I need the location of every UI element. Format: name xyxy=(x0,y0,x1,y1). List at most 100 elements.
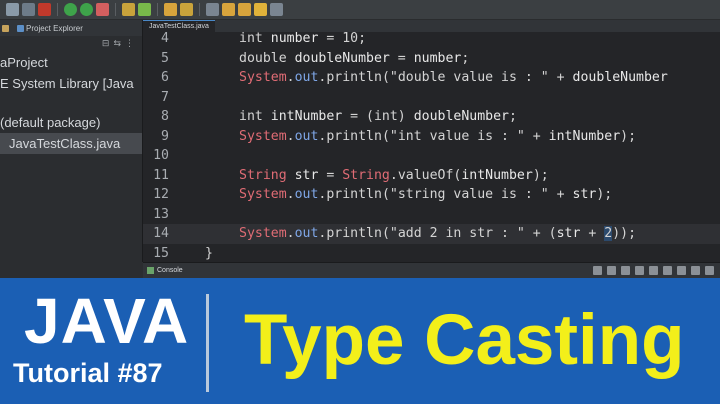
code-line[interactable]: 6 System.out.println("double value is : "… xyxy=(143,68,720,88)
remove-launch-icon[interactable] xyxy=(607,266,616,275)
package-explorer-icon xyxy=(2,24,9,32)
open-type-icon[interactable] xyxy=(164,3,177,16)
banner-divider xyxy=(206,294,209,392)
code-token: ); xyxy=(596,187,613,202)
title-banner: JAVA Tutorial #87 Type Casting xyxy=(0,278,720,404)
code-editor[interactable]: JavaTestClass.java 4 int number = 10; 5 dou… xyxy=(143,20,720,262)
code-line[interactable]: 4 int number = 10; xyxy=(143,29,720,49)
run-icon[interactable] xyxy=(64,3,77,16)
code-line[interactable]: 5 double doubleNumber = number; xyxy=(143,49,720,69)
terminate-icon[interactable] xyxy=(593,266,602,275)
toolbar-separator xyxy=(57,3,58,16)
forward-icon[interactable] xyxy=(270,3,283,16)
tree-item-default-package[interactable]: (default package) xyxy=(0,112,142,133)
code-token: intNumber xyxy=(548,128,621,144)
minimize-icon[interactable] xyxy=(691,266,700,275)
open-console-icon[interactable] xyxy=(677,266,686,275)
code-line[interactable]: 15} xyxy=(143,244,720,263)
prev-annotation-icon[interactable] xyxy=(238,3,251,16)
code-token: = (int) xyxy=(342,109,414,124)
view-menu-icon[interactable]: ⋮ xyxy=(125,39,134,49)
tree-item-jre-library[interactable]: E System Library [Java xyxy=(0,73,142,94)
tree-item-java-file[interactable]: JavaTestClass.java xyxy=(0,133,142,154)
code-token: = 10; xyxy=(318,31,367,46)
next-annotation-icon[interactable] xyxy=(222,3,235,16)
line-number: 13 xyxy=(153,206,169,222)
console-actions xyxy=(593,266,720,275)
code-line[interactable]: 7 xyxy=(143,88,720,108)
code-token: str xyxy=(572,187,597,202)
code-token: System xyxy=(239,128,287,144)
code-line[interactable]: 12 System.out.println("string value is : … xyxy=(143,185,720,205)
banner-title: JAVA xyxy=(24,285,190,357)
code-token: .println("double value is : " + xyxy=(318,70,573,85)
code-text: System.out.println("add 2 in str : " + (… xyxy=(239,224,636,244)
pin-console-icon[interactable] xyxy=(649,266,658,275)
scroll-lock-icon[interactable] xyxy=(635,266,644,275)
code-token: String xyxy=(342,167,390,183)
console-icon xyxy=(147,267,154,274)
code-text: System.out.println("int value is : " + i… xyxy=(239,127,636,147)
toolbar-separator xyxy=(157,3,158,16)
tab-console[interactable]: Console xyxy=(143,267,183,274)
code-line[interactable]: 13 xyxy=(143,205,720,225)
code-line[interactable]: 11 String str = String.valueOf(intNumber)… xyxy=(143,166,720,186)
search-icon[interactable] xyxy=(180,3,193,16)
external-tools-icon[interactable] xyxy=(80,3,93,16)
code-token: doubleNumber xyxy=(572,70,668,85)
code-token: doubleNumber xyxy=(294,50,390,66)
collapse-all-icon[interactable]: ⊟ xyxy=(102,39,110,49)
tree-item-project[interactable]: aProject xyxy=(0,52,142,73)
maximize-icon[interactable] xyxy=(705,266,714,275)
new-class-icon[interactable] xyxy=(138,3,151,16)
code-token: . xyxy=(286,226,295,241)
code-token: .println("int value is : " + xyxy=(318,128,549,144)
line-number: 8 xyxy=(161,109,169,124)
display-console-icon[interactable] xyxy=(663,266,672,275)
back-icon[interactable] xyxy=(254,3,267,16)
save-icon[interactable] xyxy=(22,3,35,16)
closing-brace: } xyxy=(205,245,213,261)
debug-icon[interactable] xyxy=(38,3,51,16)
code-line[interactable]: 8 int intNumber = (int) doubleNumber; xyxy=(143,107,720,127)
code-token: ); xyxy=(620,128,637,144)
code-token: System xyxy=(239,187,287,202)
code-token: out xyxy=(294,128,319,144)
code-token: . xyxy=(286,187,295,202)
code-token: out xyxy=(294,187,319,202)
code-token: . xyxy=(286,70,295,85)
code-token: = xyxy=(318,167,343,183)
console-panel: Console xyxy=(143,262,720,278)
code-token: ; xyxy=(508,109,517,124)
code-line[interactable]: 10 xyxy=(143,146,720,166)
console-left-filler xyxy=(0,262,143,278)
code-token: str xyxy=(294,167,319,183)
line-number: 11 xyxy=(153,167,169,183)
code-token: System xyxy=(239,70,287,85)
line-number: 12 xyxy=(153,187,169,202)
tab-project-explorer[interactable]: Project Explorer xyxy=(17,24,83,33)
tab-label: Project Explorer xyxy=(26,23,83,33)
code-token: .valueOf( xyxy=(389,167,462,183)
code-line[interactable]: 14 System.out.println("add 2 in str : " +… xyxy=(143,224,720,244)
clear-console-icon[interactable] xyxy=(621,266,630,275)
line-number: 10 xyxy=(153,148,169,163)
link-editor-icon[interactable]: ⇆ xyxy=(113,39,121,49)
panel-tabs: Project Explorer xyxy=(0,20,142,36)
banner-subtitle: Tutorial #87 xyxy=(13,358,163,388)
new-icon[interactable] xyxy=(6,3,19,16)
code-token: String xyxy=(239,167,295,183)
tab-package-explorer[interactable] xyxy=(2,24,11,32)
main-toolbar xyxy=(0,0,720,20)
code-text: System.out.println("double value is : " … xyxy=(239,68,668,88)
toolbar-separator xyxy=(115,3,116,16)
code-line[interactable]: 9 System.out.println("int value is : " + … xyxy=(143,127,720,147)
project-explorer-icon xyxy=(17,24,24,32)
new-java-project-icon[interactable] xyxy=(96,3,109,16)
code-token: + xyxy=(580,226,605,241)
toggle-mark-icon[interactable] xyxy=(206,3,219,16)
code-area[interactable]: 4 int number = 10; 5 double doubleNumber = … xyxy=(143,29,720,262)
new-package-icon[interactable] xyxy=(122,3,135,16)
code-text: String str = String.valueOf(intNumber); xyxy=(239,166,549,186)
